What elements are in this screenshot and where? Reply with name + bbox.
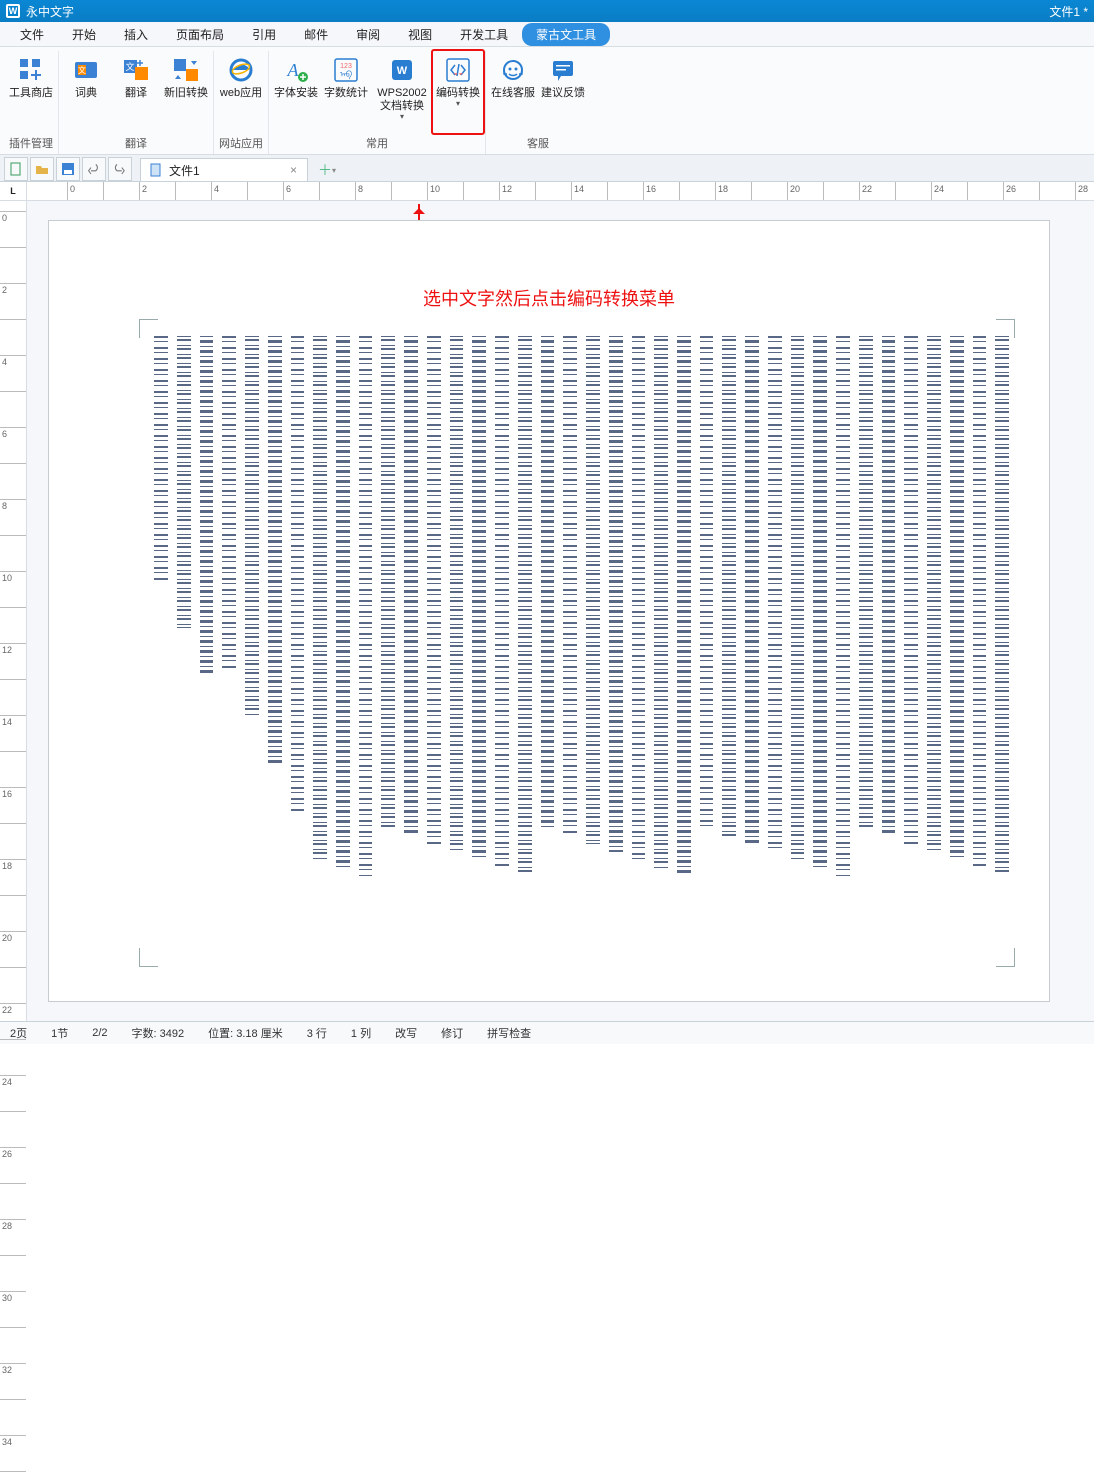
menu-bar: 文件 开始 插入 页面布局 引用 邮件 审阅 视图 开发工具 蒙古文工具	[0, 22, 1094, 47]
ribbon-group-common: A 字体安装 123ᠠᠪ 字数统计 W WPS2002 文档转换 ▾ 编码转换 …	[269, 51, 486, 154]
ribbon: 工具商店 插件管理 文 词典 文 翻译 新旧转换 翻译 web应	[0, 47, 1094, 155]
qat-save-button[interactable]	[56, 157, 80, 181]
translate-label: 翻译	[125, 87, 147, 100]
ribbon-group-plugin-title: 插件管理	[6, 133, 56, 154]
annotation-text: 选中文字然后点击编码转换菜单	[423, 285, 675, 311]
font-install-icon: A	[281, 55, 311, 85]
swap-icon	[171, 55, 201, 85]
encode-convert-button[interactable]: 编码转换 ▾	[433, 51, 483, 133]
ruler-vertical[interactable]: 0246810121416182022242628303234	[0, 201, 27, 1021]
grid-plus-icon	[16, 55, 46, 85]
menu-view[interactable]: 视图	[394, 23, 446, 46]
web-app-button[interactable]: web应用	[216, 51, 266, 133]
app-logo-icon: W	[6, 4, 20, 18]
svg-text:W: W	[397, 65, 408, 77]
status-bar: 2页 1节 2/2 字数: 3492 位置: 3.18 厘米 3 行 1 列 改…	[0, 1021, 1094, 1044]
status-wordcount[interactable]: 字数: 3492	[132, 1025, 185, 1041]
code-convert-icon	[443, 55, 473, 85]
menu-insert[interactable]: 插入	[110, 23, 162, 46]
wps-convert-label: WPS2002 文档转换	[377, 87, 427, 113]
headset-icon	[498, 55, 528, 85]
menu-mongolian-tools[interactable]: 蒙古文工具	[522, 23, 610, 46]
online-cs-button[interactable]: 在线客服	[488, 51, 538, 133]
workspace: 0246810121416182022242628303234 选中文字然后点击…	[0, 201, 1094, 1021]
menu-references[interactable]: 引用	[238, 23, 290, 46]
app-name: 永中文字	[26, 3, 74, 20]
title-bar: W 永中文字 文件1 *	[0, 0, 1094, 22]
qat-undo-button[interactable]	[82, 157, 106, 181]
word-count-label: 字数统计	[324, 87, 368, 100]
close-icon[interactable]: ×	[288, 163, 299, 177]
status-revision[interactable]: 修订	[441, 1025, 463, 1041]
ribbon-group-service: 在线客服 建议反馈 客服	[486, 51, 590, 154]
status-section[interactable]: 1节	[51, 1025, 68, 1041]
status-overwrite[interactable]: 改写	[395, 1025, 417, 1041]
feedback-label: 建议反馈	[541, 87, 585, 100]
menu-review[interactable]: 审阅	[342, 23, 394, 46]
qat-new-button[interactable]	[4, 157, 28, 181]
dict-icon: 文	[71, 55, 101, 85]
ribbon-group-plugin: 工具商店 插件管理	[4, 51, 59, 154]
web-app-label: web应用	[220, 87, 262, 100]
status-column[interactable]: 1 列	[351, 1025, 371, 1041]
dict-label: 词典	[75, 87, 97, 100]
ruler-corner: L	[0, 182, 27, 200]
ruler-horizontal[interactable]: L	[0, 182, 1094, 201]
ie-icon	[226, 55, 256, 85]
menu-mail[interactable]: 邮件	[290, 23, 342, 46]
svg-text:123: 123	[340, 63, 352, 70]
doc-name: 文件1 *	[1049, 3, 1088, 20]
tool-store-label: 工具商店	[9, 87, 53, 100]
menu-dev[interactable]: 开发工具	[446, 23, 522, 46]
ribbon-group-web-title: 网站应用	[216, 133, 266, 154]
menu-file[interactable]: 文件	[6, 23, 58, 46]
qat-redo-button[interactable]	[108, 157, 132, 181]
font-install-button[interactable]: A 字体安装	[271, 51, 321, 133]
ribbon-group-web: web应用 网站应用	[214, 51, 269, 154]
font-install-label: 字体安装	[274, 87, 318, 100]
document-tabs: 文件1 × ＋▾	[0, 155, 1094, 182]
legacy-convert-button[interactable]: 新旧转换	[161, 51, 211, 133]
tool-store-button[interactable]: 工具商店	[6, 51, 56, 133]
online-cs-label: 在线客服	[491, 87, 535, 100]
status-line[interactable]: 3 行	[307, 1025, 327, 1041]
document-tab[interactable]: 文件1 ×	[140, 158, 308, 181]
status-page-of[interactable]: 2/2	[92, 1027, 107, 1039]
qat-open-button[interactable]	[30, 157, 54, 181]
status-position[interactable]: 位置: 3.18 厘米	[208, 1025, 283, 1041]
feedback-button[interactable]: 建议反馈	[538, 51, 588, 133]
word-count-button[interactable]: 123ᠠᠪ 字数统计	[321, 51, 371, 133]
translate-icon: 文	[121, 55, 151, 85]
page-view[interactable]: 选中文字然后点击编码转换菜单	[27, 201, 1094, 1021]
mongolian-text-body[interactable]	[154, 336, 1009, 961]
new-tab-button[interactable]: ＋▾	[314, 159, 340, 181]
chevron-down-icon: ▾	[400, 112, 404, 121]
svg-text:文: 文	[78, 65, 86, 75]
word-count-icon: 123ᠠᠪ	[331, 55, 361, 85]
chevron-down-icon: ▾	[456, 99, 460, 108]
doc-icon	[149, 163, 163, 177]
status-spell[interactable]: 拼写检查	[487, 1025, 531, 1041]
translate-button[interactable]: 文 翻译	[111, 51, 161, 133]
wps-convert-button[interactable]: W WPS2002 文档转换 ▾	[371, 51, 433, 133]
document-page: 选中文字然后点击编码转换菜单	[49, 221, 1049, 1001]
svg-text:ᠠᠪ: ᠠᠪ	[340, 70, 352, 80]
menu-page-layout[interactable]: 页面布局	[162, 23, 238, 46]
menu-home[interactable]: 开始	[58, 23, 110, 46]
legacy-convert-label: 新旧转换	[164, 87, 208, 100]
ribbon-group-service-title: 客服	[488, 133, 588, 154]
svg-text:文: 文	[125, 61, 134, 72]
svg-text:A: A	[287, 60, 300, 80]
wps-icon: W	[387, 55, 417, 85]
document-tab-label: 文件1	[169, 162, 200, 179]
ribbon-group-translate-title: 翻译	[61, 133, 211, 154]
ribbon-group-translate: 文 词典 文 翻译 新旧转换 翻译	[59, 51, 214, 154]
feedback-icon	[548, 55, 578, 85]
ribbon-group-common-title: 常用	[271, 133, 483, 154]
dict-button[interactable]: 文 词典	[61, 51, 111, 133]
